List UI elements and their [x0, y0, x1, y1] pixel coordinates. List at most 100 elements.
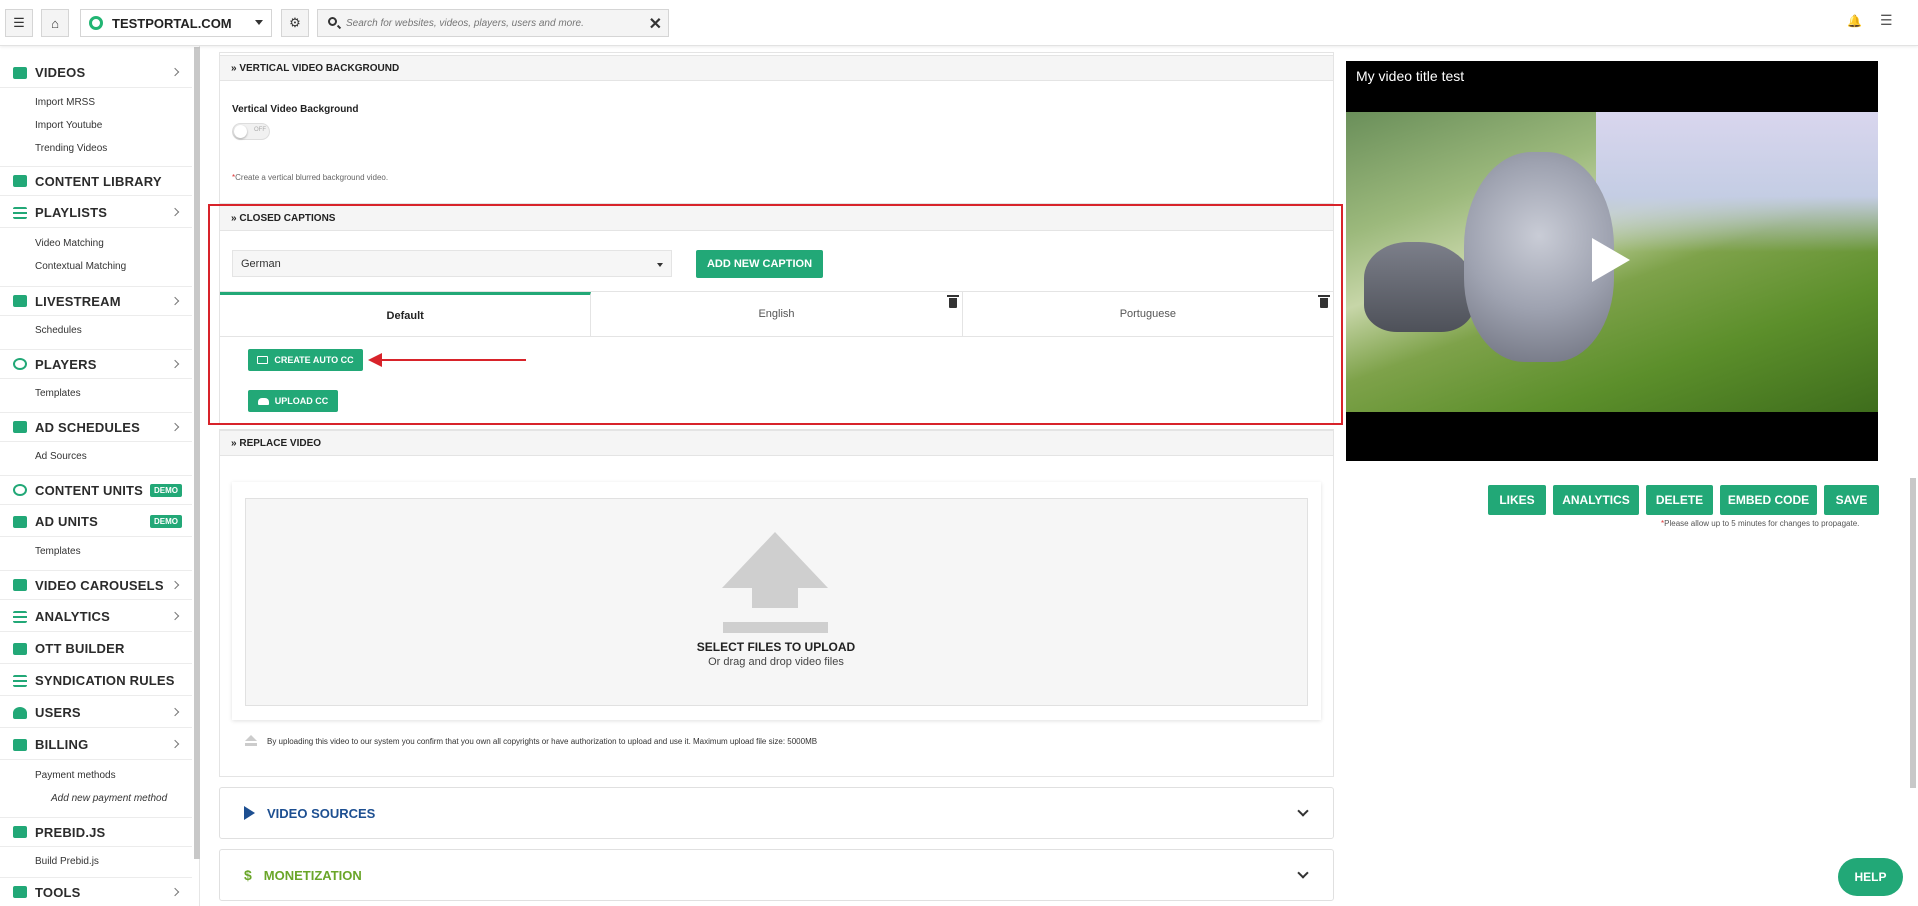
caret-down-icon [255, 20, 263, 25]
sidebar-item-label: SYNDICATION RULES [35, 673, 175, 688]
sidebar-subitem-trending-videos[interactable]: Trending Videos [35, 143, 107, 154]
demo-badge: DEMO [150, 515, 182, 528]
sidebar-subitem-payment-methods[interactable]: Payment methods [35, 770, 116, 781]
sidebar-item-tools[interactable]: TOOLS [0, 877, 192, 906]
site-selector[interactable]: TESTPORTAL.COM [80, 9, 272, 37]
sidebar-subitem-add-payment-method[interactable]: Add new payment method [51, 793, 167, 804]
video-sky [1596, 112, 1878, 252]
bell-icon[interactable]: 🔔 [1847, 14, 1862, 28]
analytics-button[interactable]: ANALYTICS [1553, 485, 1639, 515]
monitor-icon [13, 642, 27, 655]
sidebar-item-livestream[interactable]: LIVESTREAM [0, 286, 192, 316]
chevron-right-icon [170, 887, 180, 897]
search-input[interactable] [346, 17, 646, 29]
sidebar-subitem-video-matching[interactable]: Video Matching [35, 238, 104, 249]
video-icon [13, 66, 27, 79]
accordion-title: VIDEO SOURCES [267, 805, 376, 821]
user-icon [13, 706, 27, 719]
sidebar-item-content-units[interactable]: CONTENT UNITS DEMO [0, 475, 192, 505]
hammer-icon [13, 886, 27, 898]
ad-icon [13, 421, 27, 433]
dollar-icon: $ [244, 867, 252, 883]
sidebar-item-label: PLAYERS [35, 356, 97, 372]
cogs-icon [13, 484, 27, 496]
chevron-right-icon [170, 580, 180, 590]
sidebar-item-videos[interactable]: VIDEOS [0, 58, 192, 88]
list-icon [13, 206, 27, 219]
section-title: VERTICAL VIDEO BACKGROUND [239, 62, 400, 74]
monetization-accordion[interactable]: $ MONETIZATION [219, 849, 1334, 901]
sidebar-item-prebid[interactable]: PREBID.JS [0, 817, 192, 847]
sidebar: VIDEOS Import MRSS Import Youtube Trendi… [0, 46, 200, 906]
menu-icon[interactable]: ☰ [1880, 12, 1893, 29]
sidebar-subitem-build-prebid[interactable]: Build Prebid.js [35, 856, 99, 867]
upload-arrow-stem [752, 586, 798, 608]
site-logo-icon [89, 16, 103, 30]
sidebar-item-label: OTT BUILDER [35, 641, 125, 656]
sidebar-item-billing[interactable]: BILLING [0, 730, 192, 760]
sidebar-subitem-contextual-matching[interactable]: Contextual Matching [35, 261, 126, 272]
sidebar-item-ad-schedules[interactable]: AD SCHEDULES [0, 412, 192, 442]
sidebar-subitem-import-youtube[interactable]: Import Youtube [35, 120, 102, 131]
sidebar-item-playlists[interactable]: PLAYLISTS [0, 198, 192, 228]
chevron-right-icon [170, 422, 180, 432]
video-title: My video title test [1356, 68, 1465, 84]
play-icon[interactable] [1592, 238, 1630, 282]
sidebar-item-label: BILLING [35, 737, 89, 752]
chevron-right-icon [170, 296, 180, 306]
chevron-right-icon [170, 67, 180, 77]
replace-video-header[interactable]: » REPLACE VIDEO [219, 430, 1334, 456]
drop-subtitle: Or drag and drop video files [708, 656, 844, 668]
section-title: REPLACE VIDEO [239, 437, 322, 449]
home-icon: ⌂ [51, 15, 59, 31]
video-player[interactable]: My video title test [1346, 61, 1878, 461]
ad-icon [13, 826, 27, 838]
help-button[interactable]: HELP [1838, 858, 1903, 896]
save-button[interactable]: SAVE [1824, 485, 1879, 515]
upload-base-icon [723, 622, 828, 633]
sidebar-item-users[interactable]: USERS [0, 698, 192, 728]
sidebar-item-analytics[interactable]: ANALYTICS [0, 602, 192, 632]
sidebar-item-ad-units[interactable]: AD UNITS DEMO [0, 507, 192, 537]
delete-button[interactable]: DELETE [1646, 485, 1713, 515]
camera-icon [13, 295, 27, 307]
chevron-right-icon [170, 207, 180, 217]
sidebar-item-video-carousels[interactable]: VIDEO CAROUSELS [0, 570, 192, 600]
sidebar-subitem-ad-sources[interactable]: Ad Sources [35, 451, 87, 462]
video-sources-accordion[interactable]: VIDEO SOURCES [219, 787, 1334, 839]
annotation-arrow [378, 359, 526, 361]
sidebar-item-label: VIDEOS [35, 65, 86, 80]
sidebar-item-label: VIDEO CAROUSELS [35, 577, 164, 593]
chevron-right-icon [170, 611, 180, 621]
sidebar-subitem-schedules[interactable]: Schedules [35, 325, 82, 336]
sidebar-item-content-library[interactable]: CONTENT LIBRARY [0, 166, 192, 196]
drop-title: SELECT FILES TO UPLOAD [696, 640, 856, 654]
page-scrollbar[interactable] [1910, 478, 1916, 788]
close-icon[interactable]: ✕ [649, 14, 662, 34]
sidebar-subitem-templates[interactable]: Templates [35, 388, 81, 399]
toggle-state-text: OFF [254, 127, 266, 133]
settings-button[interactable]: ⚙ [281, 9, 309, 37]
sidebar-subitem-templates[interactable]: Templates [35, 546, 81, 557]
vertical-bg-header[interactable]: » VERTICAL VIDEO BACKGROUND [219, 55, 1334, 81]
sidebar-item-players[interactable]: PLAYERS [0, 349, 192, 379]
hamburger-menu-button[interactable]: ☰ [5, 9, 33, 37]
sidebar-item-label: ANALYTICS [35, 609, 110, 624]
sidebar-item-ott-builder[interactable]: OTT BUILDER [0, 634, 192, 664]
chevron-right-icon [170, 359, 180, 369]
sidebar-item-label: TOOLS [35, 884, 81, 900]
play-circle-icon [13, 358, 27, 370]
sidebar-item-syndication-rules[interactable]: SYNDICATION RULES [0, 666, 192, 696]
upload-icon [244, 735, 258, 746]
site-name: TESTPORTAL.COM [112, 15, 232, 31]
top-bar: ☰ ⌂ TESTPORTAL.COM ⚙ ✕ 🔔 ☰ [0, 0, 1918, 46]
embed-code-button[interactable]: EMBED CODE [1720, 485, 1817, 515]
sidebar-scrollbar[interactable] [194, 47, 200, 859]
video-frame [1346, 112, 1878, 412]
likes-button[interactable]: LIKES [1488, 485, 1546, 515]
upload-arrow-icon [722, 532, 828, 588]
home-button[interactable]: ⌂ [41, 9, 69, 37]
cube-icon [13, 515, 27, 528]
chevron-right-icon [170, 707, 180, 717]
sidebar-subitem-import-mrss[interactable]: Import MRSS [35, 97, 95, 108]
